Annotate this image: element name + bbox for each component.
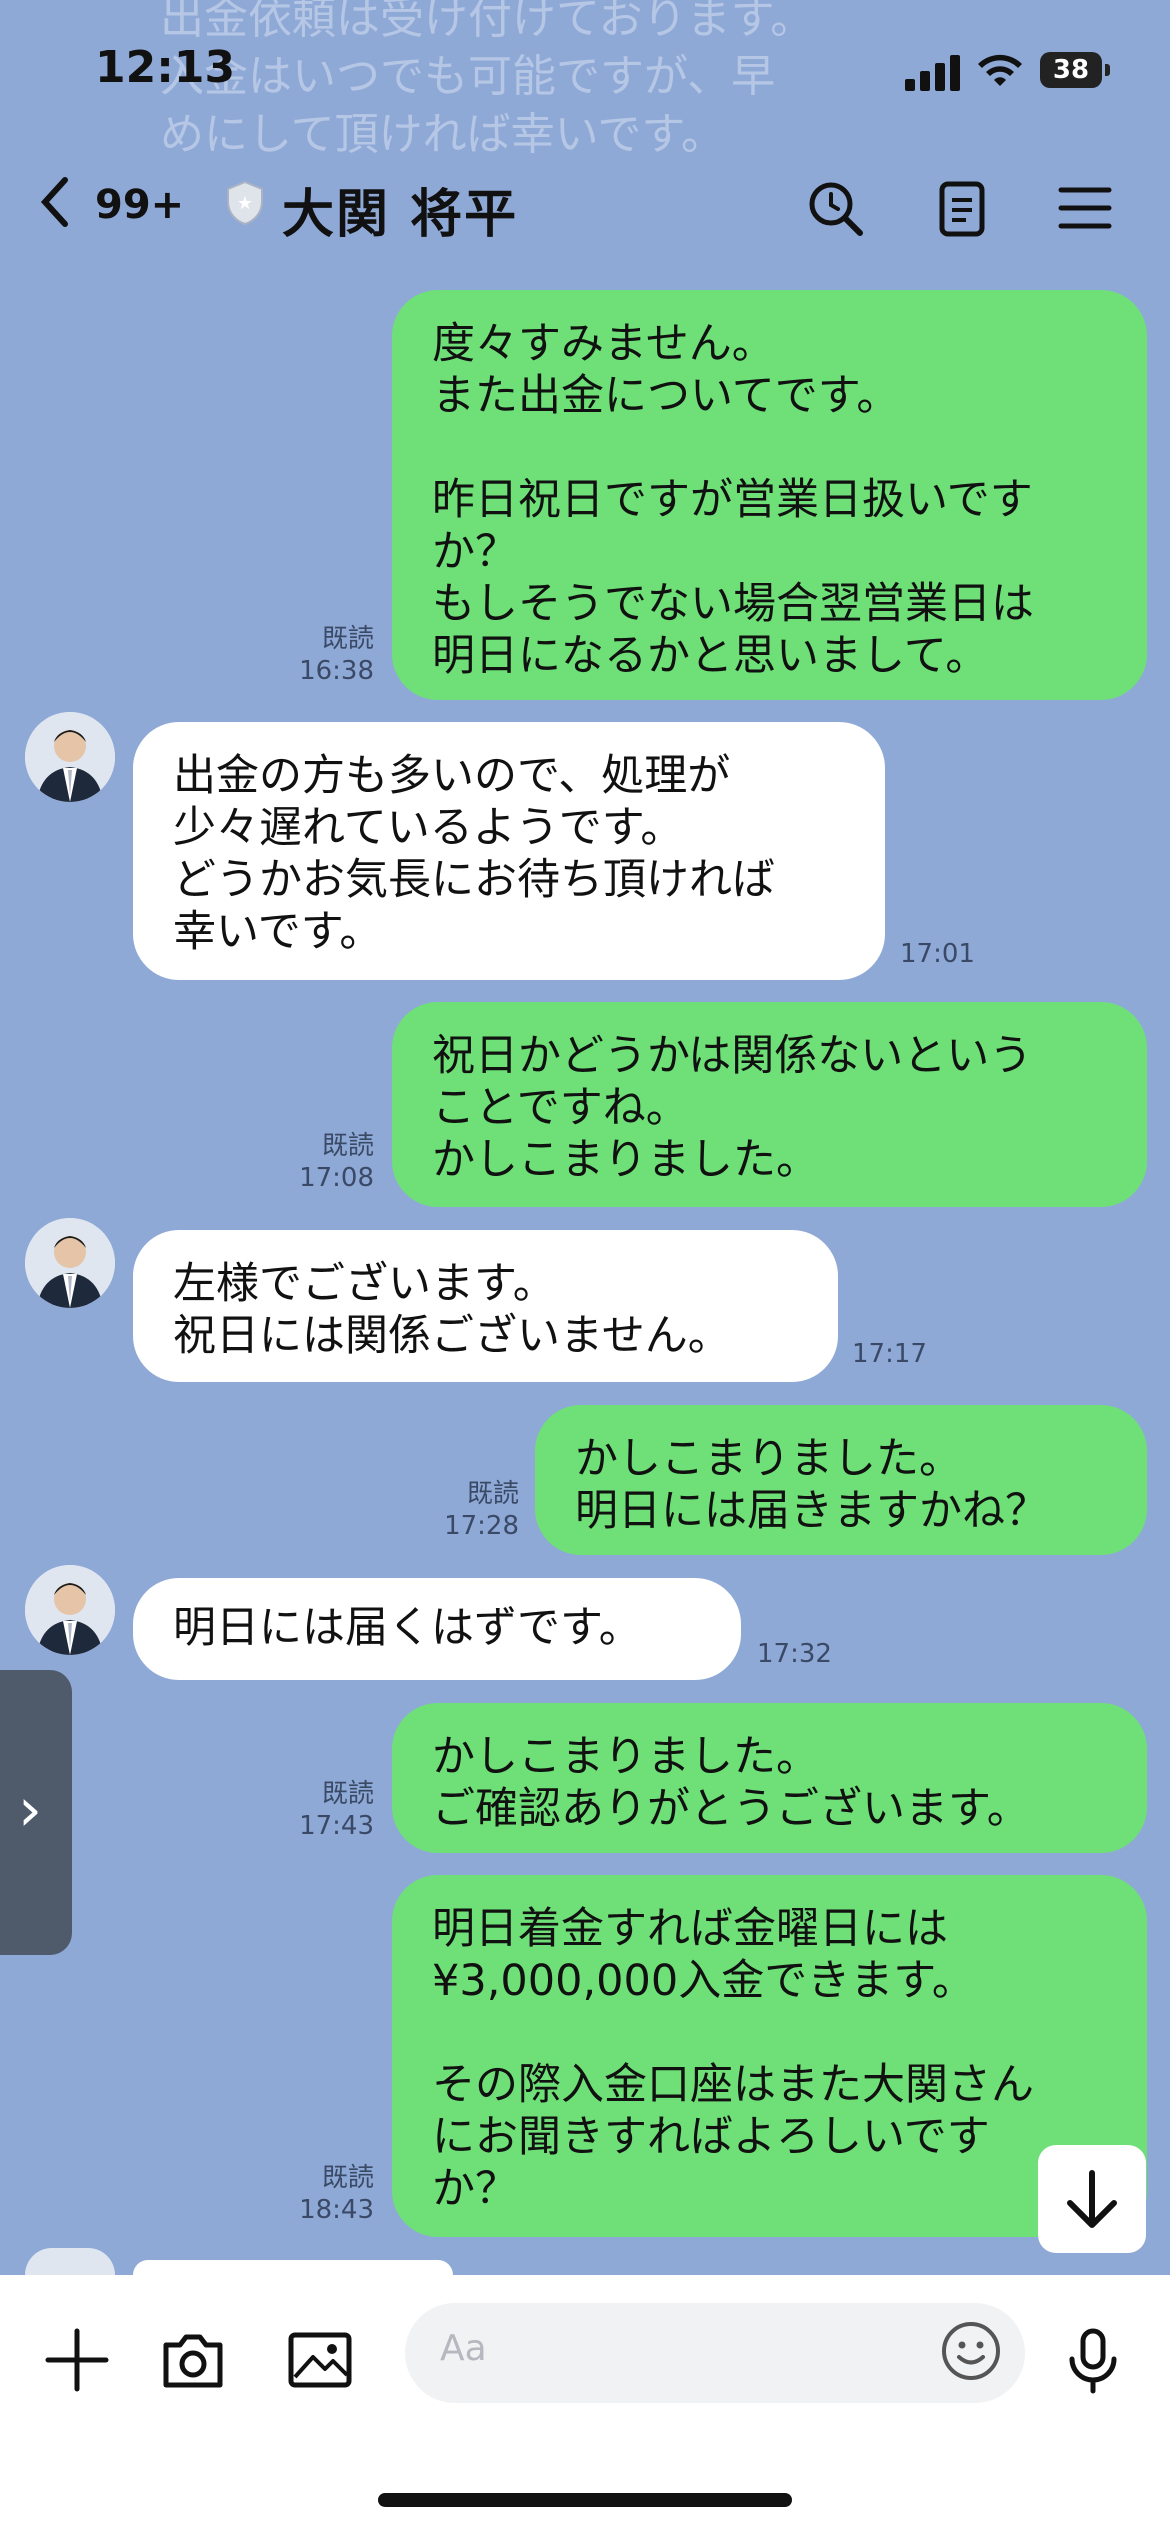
- chat-header: 99+ ★ 大関 将平: [0, 150, 1170, 265]
- person-avatar-icon: [25, 1218, 115, 1308]
- message-outgoing[interactable]: 度々すみません。 また出金についてです。 昨日祝日ですが営業日扱いです か？ も…: [392, 290, 1147, 700]
- camera-icon[interactable]: [158, 2325, 228, 2395]
- status-bar: 12:13 38: [0, 0, 1170, 150]
- message-incoming[interactable]: 左様でございます。 祝日には関係ございません。: [133, 1230, 838, 1382]
- avatar[interactable]: [25, 1565, 115, 1655]
- message-read-status: 既読: [466, 1479, 519, 1509]
- message-incoming-partial[interactable]: [133, 2260, 453, 2275]
- message-incoming[interactable]: 出金の方も多いので、処理が 少々遅れているようです。 どうかお気長にお待ち頂けれ…: [133, 722, 885, 980]
- message-incoming[interactable]: 明日には届くはずです。: [133, 1578, 741, 1680]
- battery-icon: 38: [1040, 52, 1110, 88]
- message-outgoing[interactable]: かしこまりました。 明日には届きますかね？: [535, 1405, 1147, 1555]
- side-drawer-handle[interactable]: ›: [0, 1670, 72, 1955]
- person-avatar-icon: [25, 712, 115, 802]
- message-time: 17:17: [852, 1339, 927, 1369]
- message-outgoing[interactable]: 祝日かどうかは関係ないという ことですね。 かしこまりました。: [392, 1002, 1147, 1207]
- person-avatar-icon: [25, 1565, 115, 1655]
- avatar[interactable]: [25, 2248, 115, 2275]
- message-time: 17:43: [299, 1811, 374, 1841]
- contact-name[interactable]: 大関 将平: [282, 172, 518, 247]
- message-read-status: 既読: [321, 1779, 374, 1809]
- message-outgoing[interactable]: 明日着金すれば金曜日には ¥3,000,000入金できます。 その際入金口座はま…: [392, 1875, 1147, 2237]
- message-time: 17:32: [757, 1639, 832, 1669]
- message-read-status: 既読: [321, 2163, 374, 2193]
- message-time: 16:38: [299, 656, 374, 686]
- avatar[interactable]: [25, 1218, 115, 1308]
- message-time: 17:08: [299, 1163, 374, 1193]
- chevron-left-icon: [40, 177, 68, 227]
- avatar[interactable]: [25, 712, 115, 802]
- microphone-icon[interactable]: [1058, 2325, 1128, 2395]
- message-input-placeholder: Aa: [440, 2328, 487, 2369]
- message-read-status: 既読: [321, 624, 374, 654]
- message-read-status: 既読: [321, 1131, 374, 1161]
- chevron-right-icon: ›: [18, 1775, 42, 1845]
- svg-text:★: ★: [237, 193, 253, 214]
- plus-icon[interactable]: [42, 2325, 112, 2395]
- emoji-icon[interactable]: [940, 2320, 1002, 2382]
- wifi-icon: [978, 54, 1022, 86]
- verified-shield-icon: ★: [227, 180, 263, 226]
- search-icon[interactable]: [805, 178, 865, 238]
- scroll-to-bottom-button[interactable]: [1038, 2145, 1146, 2253]
- home-indicator[interactable]: [378, 2493, 792, 2507]
- message-time: 18:43: [299, 2195, 374, 2225]
- cellular-signal-icon: [905, 55, 961, 91]
- status-time: 12:13: [95, 42, 236, 93]
- message-outgoing[interactable]: かしこまりました。 ご確認ありがとうございます。: [392, 1703, 1147, 1853]
- unread-count[interactable]: 99+: [95, 182, 184, 228]
- notes-icon[interactable]: [932, 178, 992, 238]
- arrow-down-icon: [1067, 2170, 1117, 2228]
- menu-icon[interactable]: [1055, 178, 1115, 238]
- message-input[interactable]: [405, 2303, 1025, 2403]
- back-button[interactable]: [35, 172, 75, 242]
- message-time: 17:01: [900, 939, 975, 969]
- image-icon[interactable]: [285, 2325, 355, 2395]
- message-time: 17:28: [444, 1511, 519, 1541]
